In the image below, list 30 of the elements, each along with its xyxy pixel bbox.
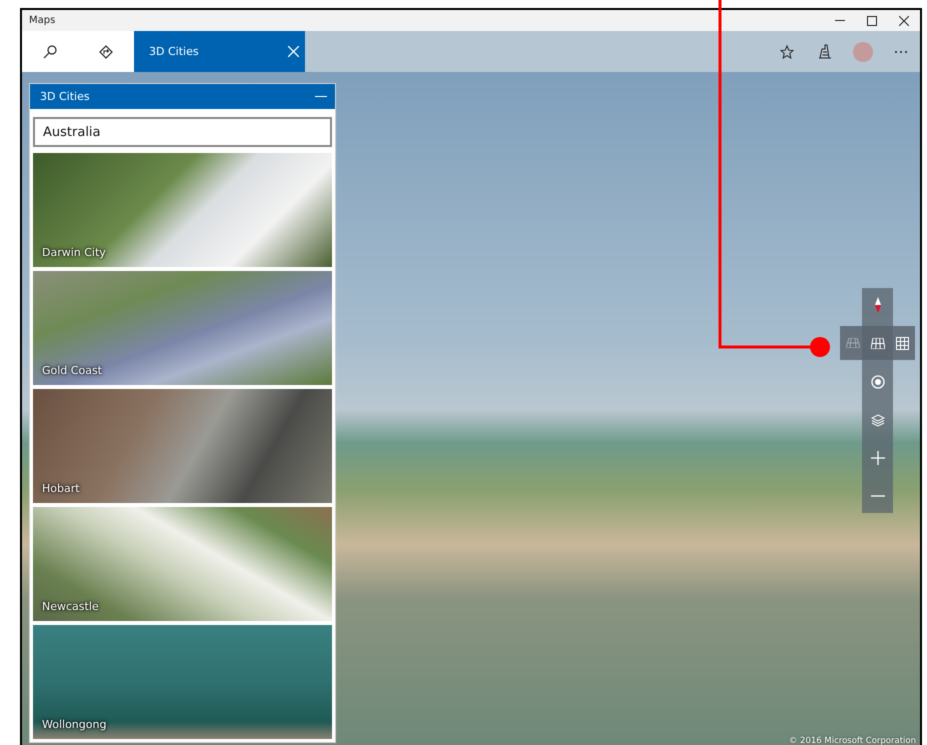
layers-icon [870,414,884,426]
city-card[interactable]: Wollongong [33,625,332,739]
grid-icon [870,338,884,348]
close-icon [899,16,909,26]
avatar-icon [853,42,873,62]
annotation-dot [810,337,830,357]
panel-title: 3D Cities [40,90,90,103]
star-icon [780,44,794,58]
city-card[interactable]: Newcastle [33,507,332,621]
minus-icon [870,495,884,497]
city-card[interactable]: Hobart [33,389,332,503]
grid-icon [846,338,860,348]
map-3d-view[interactable]: 3D Cities Australia Darwin City Gold Coast Hobart Newcastle Wollongong © 2016 Microsoft Corporation [22,72,920,745]
directions-icon [99,44,113,58]
compass-icon [874,297,880,313]
city-card[interactable]: Darwin City [33,153,332,267]
minimize-icon [835,20,845,21]
search-icon [43,44,57,58]
maximize-icon [867,16,877,26]
minus-icon [315,96,327,97]
copyright-text: © 2016 Microsoft Corporation [788,736,916,745]
close-icon [288,46,299,57]
window-title: Maps [28,15,56,26]
city-card[interactable]: Gold Coast [33,271,332,385]
target-icon [870,375,884,389]
search-field[interactable]: Australia [33,117,332,147]
plus-icon [870,451,884,465]
grid-icon [896,336,909,350]
cities-tab[interactable]: 3D Cities [134,31,305,72]
building-icon [818,44,832,59]
